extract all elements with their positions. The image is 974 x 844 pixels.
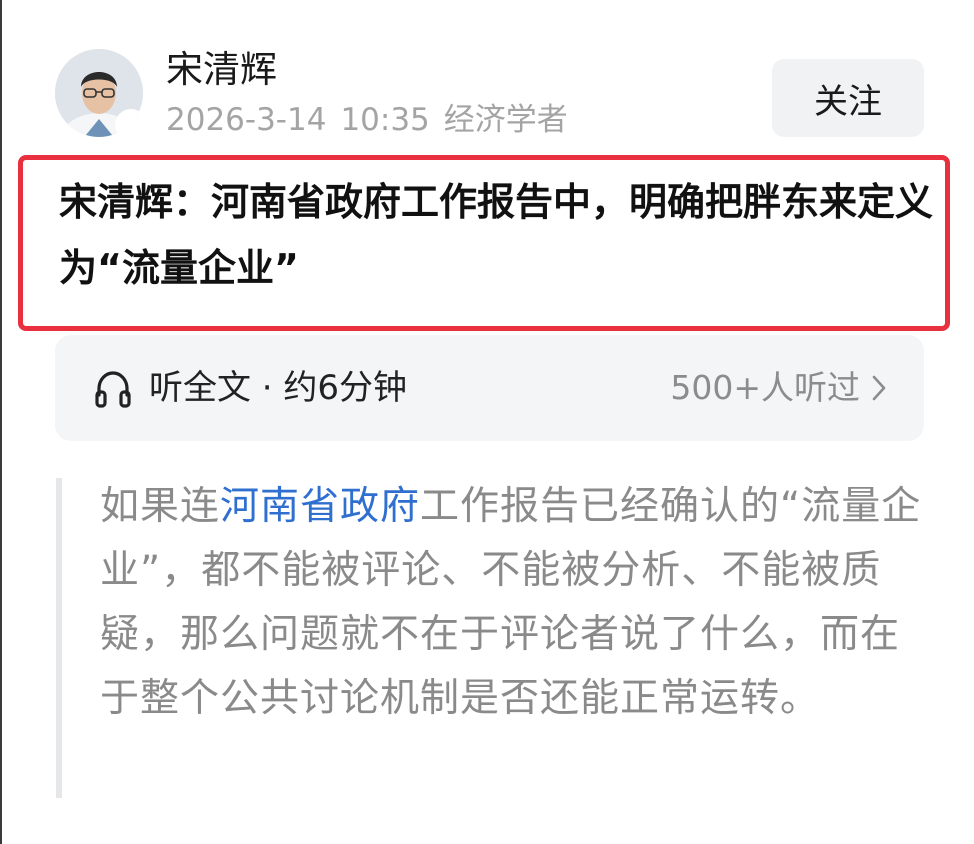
person-portrait-icon — [55, 49, 143, 137]
quote-bar — [56, 478, 62, 798]
follow-button[interactable]: 关注 — [772, 59, 924, 137]
author-name[interactable]: 宋清辉 — [166, 48, 277, 92]
chevron-right-icon — [872, 375, 886, 401]
post-date: 2026-3-14 — [166, 102, 327, 138]
article-headline: 宋清辉：河南省政府工作报告中，明确把胖东来定义为“流量企业” — [59, 180, 934, 290]
screen-edge — [0, 0, 2, 844]
post-meta: 2026-3-14 10:35 经济学者 — [166, 101, 582, 139]
post-time: 10:35 — [340, 102, 430, 138]
quote-paragraph: 如果连河南省政府工作报告已经确认的“流量企业”，都不能被评论、不能被分析、不能被… — [100, 475, 928, 731]
headline-highlight-box: 宋清辉：河南省政府工作报告中，明确把胖东来定义为“流量企业” — [18, 155, 950, 331]
quote-text-before: 如果连 — [100, 484, 221, 529]
headphones-icon — [95, 371, 131, 408]
listener-count: 500+人听过 — [670, 368, 860, 407]
author-title: 经济学者 — [443, 102, 568, 138]
listen-label: 听全文 · 约6分钟 — [149, 368, 408, 408]
quote-link[interactable]: 河南省政府 — [220, 484, 420, 529]
listen-full-text-bar[interactable]: 听全文 · 约6分钟 500+人听过 — [55, 335, 924, 441]
author-avatar[interactable] — [55, 49, 143, 137]
